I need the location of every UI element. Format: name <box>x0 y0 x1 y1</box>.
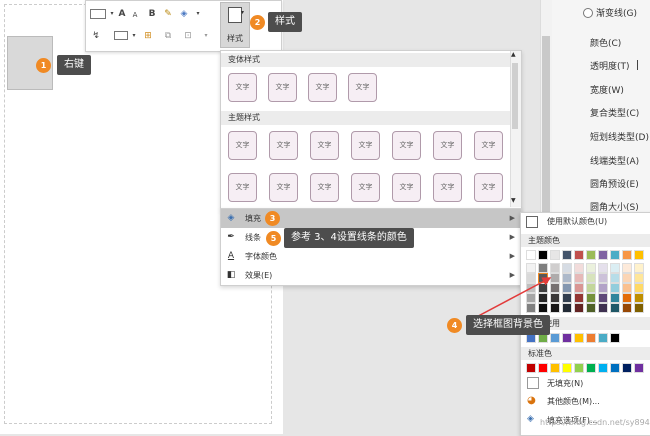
callout-tip-right-click: 右键 <box>57 55 91 75</box>
callout-tip-background-color: 选择框图背景色 <box>466 315 550 335</box>
callout-badge-2: 2 <box>250 15 265 30</box>
callout-badge-3: 3 <box>265 211 280 226</box>
callout-arrow <box>466 277 552 323</box>
callout-tip-line-color: 参考 3、4设置线条的颜色 <box>284 228 414 248</box>
callout-badge-4: 4 <box>447 318 462 333</box>
watermark: https://blog.csdn.net/sy8945 <box>540 418 650 427</box>
callout-tip-style: 样式 <box>268 12 302 32</box>
callout-badge-1: 1 <box>36 58 51 73</box>
callout-badge-5: 5 <box>266 231 281 246</box>
